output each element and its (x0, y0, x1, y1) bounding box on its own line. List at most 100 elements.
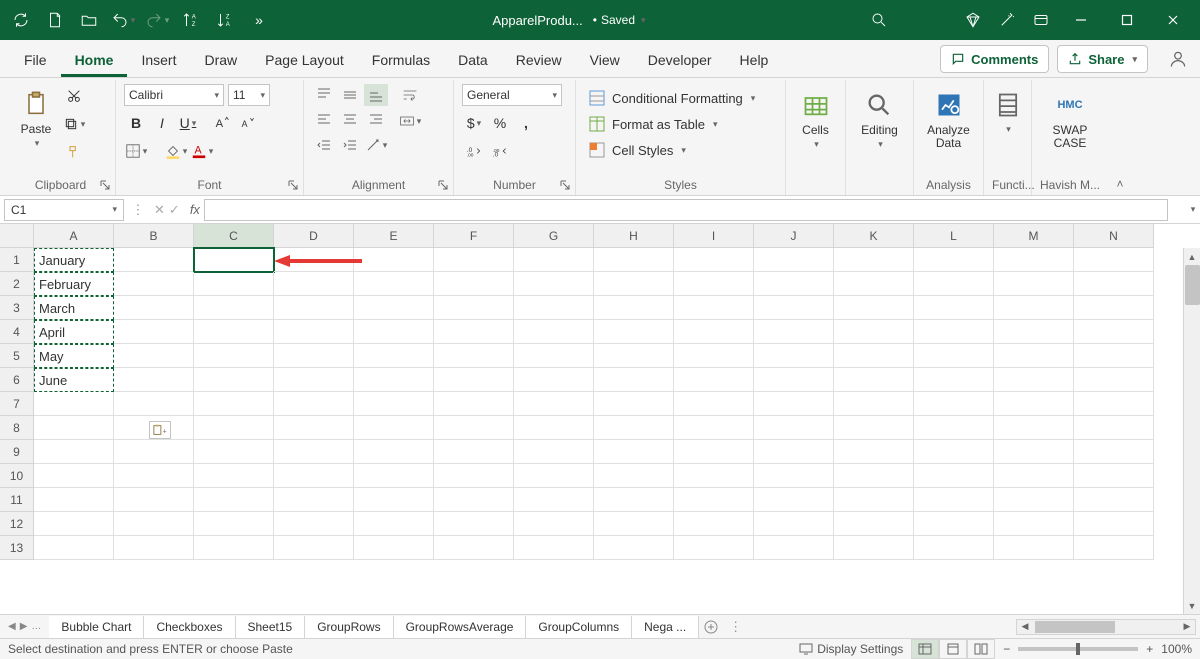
clipboard-launcher-icon[interactable] (99, 179, 113, 193)
document-name[interactable]: ApparelProdu... (492, 13, 582, 28)
page-layout-view-icon[interactable] (939, 639, 967, 659)
sheet-tab-sheet15[interactable]: Sheet15 (236, 616, 306, 638)
cell-a1[interactable]: January (34, 248, 114, 272)
collapse-ribbon-icon[interactable]: ˄ (1116, 177, 1123, 191)
cell-c1[interactable] (194, 248, 274, 272)
format-painter-icon[interactable] (60, 140, 88, 164)
close-button[interactable] (1150, 0, 1196, 40)
format-as-table-button[interactable]: Format as Table▾ (584, 112, 759, 136)
vertical-scrollbar[interactable]: ▲ ▼ (1183, 248, 1200, 614)
account-icon[interactable] (1166, 47, 1190, 71)
row-header-4[interactable]: 4 (0, 320, 34, 344)
tab-formulas[interactable]: Formulas (358, 43, 444, 77)
font-name-select[interactable]: Calibri▾ (124, 84, 224, 106)
row-header-9[interactable]: 9 (0, 440, 34, 464)
row-header-6[interactable]: 6 (0, 368, 34, 392)
align-bottom-icon[interactable] (364, 84, 388, 106)
shrink-font-icon[interactable]: A (236, 112, 260, 134)
paste-button[interactable]: Paste▾ (14, 84, 58, 149)
sheet-tab-grouprowsaverage[interactable]: GroupRowsAverage (394, 616, 527, 638)
number-launcher-icon[interactable] (559, 179, 573, 193)
cut-icon[interactable] (60, 84, 88, 108)
sheet-tab-groupcolumns[interactable]: GroupColumns (526, 616, 632, 638)
col-header-c[interactable]: C (194, 224, 274, 248)
row-header-1[interactable]: 1 (0, 248, 34, 272)
number-format-select[interactable]: General▾ (462, 84, 562, 106)
cell-a2[interactable]: February (34, 272, 114, 296)
analyze-data-button[interactable]: Analyze Data (921, 84, 976, 154)
tab-home[interactable]: Home (61, 43, 128, 77)
sort-asc-icon[interactable]: AZ (174, 0, 208, 40)
align-right-icon[interactable] (364, 108, 388, 130)
align-left-icon[interactable] (312, 108, 336, 130)
conditional-formatting-button[interactable]: Conditional Formatting▾ (584, 86, 759, 110)
wand-icon[interactable] (990, 0, 1024, 40)
redo-icon[interactable]: ▾ (140, 0, 174, 40)
page-break-view-icon[interactable] (967, 639, 995, 659)
sheet-tab-checkboxes[interactable]: Checkboxes (144, 616, 235, 638)
cells-button[interactable]: Cells▾ (793, 84, 839, 154)
col-header-f[interactable]: F (434, 224, 514, 248)
tab-draw[interactable]: Draw (190, 43, 251, 77)
sheet-nav-more-icon[interactable]: … (31, 621, 41, 632)
row-header-7[interactable]: 7 (0, 392, 34, 416)
tab-data[interactable]: Data (444, 43, 502, 77)
maximize-button[interactable] (1104, 0, 1150, 40)
editing-button[interactable]: Editing▾ (855, 84, 904, 154)
row-header-5[interactable]: 5 (0, 344, 34, 368)
orientation-icon[interactable]: ▾ (364, 134, 388, 156)
ribbon-mode-icon[interactable] (1024, 0, 1058, 40)
fx-icon[interactable]: fx (190, 202, 200, 217)
share-button[interactable]: Share▾ (1057, 45, 1148, 73)
col-header-b[interactable]: B (114, 224, 194, 248)
wrap-text-icon[interactable] (394, 84, 426, 106)
row-header-10[interactable]: 10 (0, 464, 34, 488)
col-header-e[interactable]: E (354, 224, 434, 248)
enter-formula-icon[interactable]: ✓ (169, 202, 180, 218)
col-header-g[interactable]: G (514, 224, 594, 248)
align-top-icon[interactable] (312, 84, 336, 106)
zoom-in-button[interactable]: + (1146, 642, 1153, 656)
italic-button[interactable]: I (150, 112, 174, 134)
col-header-l[interactable]: L (914, 224, 994, 248)
undo-icon[interactable]: ▾ (106, 0, 140, 40)
cell-a5[interactable]: May (34, 344, 114, 368)
indent-increase-icon[interactable] (338, 134, 362, 156)
horizontal-scrollbar[interactable]: ◀ ▶ (1016, 619, 1196, 635)
copy-icon[interactable]: ▾ (60, 112, 88, 136)
search-icon[interactable] (862, 0, 896, 40)
comments-button[interactable]: Comments (940, 45, 1049, 73)
decrease-decimal-icon[interactable]: .00.0 (488, 140, 512, 162)
zoom-out-button[interactable]: − (1003, 642, 1010, 656)
row-header-8[interactable]: 8 (0, 416, 34, 440)
tab-view[interactable]: View (576, 43, 634, 77)
row-header-2[interactable]: 2 (0, 272, 34, 296)
saved-indicator[interactable]: • Saved ▾ (593, 13, 646, 27)
tab-help[interactable]: Help (726, 43, 783, 77)
tab-page-layout[interactable]: Page Layout (251, 43, 358, 77)
tab-developer[interactable]: Developer (634, 43, 726, 77)
tab-insert[interactable]: Insert (127, 43, 190, 77)
sort-desc-icon[interactable]: ZA (208, 0, 242, 40)
tab-file[interactable]: File (10, 43, 61, 77)
align-center-icon[interactable] (338, 108, 362, 130)
row-header-11[interactable]: 11 (0, 488, 34, 512)
col-header-n[interactable]: N (1074, 224, 1154, 248)
paste-options-smart-tag[interactable]: + (149, 421, 171, 439)
row-header-13[interactable]: 13 (0, 536, 34, 560)
underline-button[interactable]: U▾ (176, 112, 200, 134)
row-header-12[interactable]: 12 (0, 512, 34, 536)
cell-styles-button[interactable]: Cell Styles▾ (584, 138, 759, 162)
bold-button[interactable]: B (124, 112, 148, 134)
grow-font-icon[interactable]: A (210, 112, 234, 134)
alignment-launcher-icon[interactable] (437, 179, 451, 193)
col-header-h[interactable]: H (594, 224, 674, 248)
open-folder-icon[interactable] (72, 0, 106, 40)
cell-a4[interactable]: April (34, 320, 114, 344)
indent-decrease-icon[interactable] (312, 134, 336, 156)
font-color-icon[interactable]: A▾ (190, 140, 214, 162)
sheet-tab-bubble-chart[interactable]: Bubble Chart (49, 616, 144, 638)
qat-overflow-icon[interactable]: » (242, 0, 276, 40)
select-all-corner[interactable] (0, 224, 34, 248)
row-header-3[interactable]: 3 (0, 296, 34, 320)
